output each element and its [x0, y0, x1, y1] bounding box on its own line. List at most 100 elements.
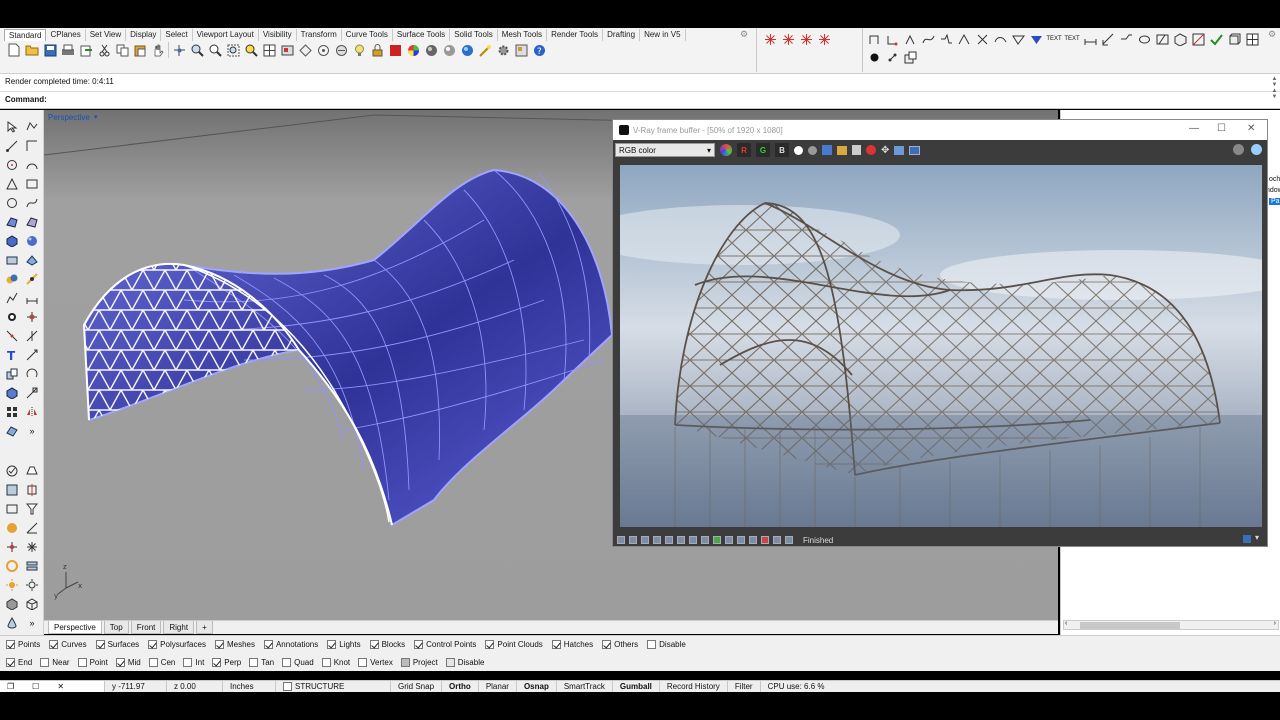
tab-transform[interactable]: Transform: [297, 29, 342, 41]
channel-blue-button[interactable]: B: [775, 143, 789, 157]
rotate-object-icon[interactable]: [23, 365, 41, 383]
filter-point-clouds[interactable]: Point Clouds: [485, 640, 543, 649]
cage-icon[interactable]: [3, 481, 21, 499]
vray-title-bar[interactable]: V-Ray frame buffer - [50% of 1920 x 1080…: [613, 120, 1267, 140]
filter-blocks[interactable]: Blocks: [369, 640, 405, 649]
dimension-icon[interactable]: [1082, 31, 1098, 47]
block-icon[interactable]: [1172, 31, 1188, 47]
drape-icon[interactable]: [23, 462, 41, 480]
tab-viewport-layout[interactable]: Viewport Layout: [193, 29, 259, 41]
object-snap-star-icon[interactable]: [762, 31, 778, 47]
gumball-toggle[interactable]: Gumball: [613, 681, 660, 692]
object-snap-star-icon[interactable]: [816, 31, 832, 47]
sun-outline-icon[interactable]: [23, 576, 41, 594]
channel-green-button[interactable]: G: [756, 143, 770, 157]
angle-icon[interactable]: [23, 519, 41, 537]
checkbox[interactable]: [358, 657, 368, 667]
point-on-icon[interactable]: [23, 118, 41, 136]
object-snap-star-icon[interactable]: [798, 31, 814, 47]
checkbox[interactable]: [212, 657, 222, 667]
snap-toggle-icon[interactable]: [3, 462, 21, 480]
sphere-solid-icon[interactable]: [23, 232, 41, 250]
status-tool-icon[interactable]: [653, 536, 661, 544]
checkbox[interactable]: [249, 657, 259, 667]
status-tool-icon[interactable]: [773, 536, 781, 544]
checkbox[interactable]: [6, 657, 15, 667]
tab-cplanes[interactable]: CPlanes: [46, 29, 86, 41]
explode-icon[interactable]: [902, 49, 918, 65]
tab-front[interactable]: Front: [130, 621, 162, 634]
osnap-vertex[interactable]: Vertex: [358, 657, 393, 667]
filter-points[interactable]: Points: [6, 640, 40, 649]
curve-icon[interactable]: [23, 194, 41, 212]
tab-curve-tools[interactable]: Curve Tools: [342, 29, 393, 41]
filter-disable[interactable]: Disable: [647, 640, 686, 649]
grid-snap-toggle[interactable]: Grid Snap: [391, 681, 443, 692]
analysis-icon[interactable]: [3, 289, 21, 307]
region-render-icon[interactable]: ✥: [881, 145, 889, 156]
color-icon[interactable]: [387, 42, 403, 58]
checkbox[interactable]: [445, 657, 455, 667]
restore-icon[interactable]: ❐: [7, 681, 14, 692]
osnap-point[interactable]: Point: [77, 657, 108, 667]
maximize-icon[interactable]: ☐: [32, 681, 39, 692]
curve-icon[interactable]: [974, 31, 990, 47]
copy-icon[interactable]: [114, 42, 130, 58]
object-snap-star-icon[interactable]: [780, 31, 796, 47]
help-icon[interactable]: ?: [531, 42, 547, 58]
select-arrow-icon[interactable]: [3, 118, 21, 136]
box-icon[interactable]: [1226, 31, 1242, 47]
checkbox[interactable]: [49, 640, 59, 649]
tab-select[interactable]: Select: [161, 29, 193, 41]
panel-fragment-tab[interactable]: Pa: [1269, 198, 1280, 205]
osnap-cen[interactable]: Cen: [148, 657, 175, 667]
tab-standard[interactable]: Standard: [4, 29, 47, 41]
scale-icon[interactable]: [23, 384, 41, 402]
tab-top[interactable]: Top: [103, 621, 129, 634]
save-icon[interactable]: [42, 42, 58, 58]
osnap-end[interactable]: End: [6, 657, 32, 667]
checkbox[interactable]: [327, 640, 337, 649]
box-solid-icon[interactable]: [3, 232, 21, 250]
filter-polysurfaces[interactable]: Polysurfaces: [148, 640, 206, 649]
tab-right[interactable]: Right: [163, 621, 195, 634]
curve-icon[interactable]: [920, 31, 936, 47]
filter-annotations[interactable]: Annotations: [263, 640, 318, 649]
tab-visibility[interactable]: Visibility: [259, 29, 297, 41]
tab-drafting[interactable]: Drafting: [603, 29, 641, 41]
solid-box-icon[interactable]: [3, 384, 21, 402]
options-gear-icon[interactable]: [495, 42, 511, 58]
record-history-toggle[interactable]: Record History: [660, 681, 728, 692]
tab-new-in-v5[interactable]: New in V5: [640, 29, 686, 41]
polyline-icon[interactable]: [866, 31, 882, 47]
curve-icon[interactable]: [992, 31, 1008, 47]
move-icon[interactable]: [23, 346, 41, 364]
checkbox[interactable]: [95, 640, 105, 649]
tab-mesh-tools[interactable]: Mesh Tools: [498, 29, 548, 41]
status-chevron-icon[interactable]: ▾: [1255, 533, 1259, 542]
filter-control-points[interactable]: Control Points: [414, 640, 476, 649]
panel-horizontal-scrollbar[interactable]: ‹ ›: [1063, 620, 1279, 630]
circle-point-icon[interactable]: [3, 194, 21, 212]
status-tool-icon[interactable]: [689, 536, 697, 544]
status-tool-icon[interactable]: [629, 536, 637, 544]
status-tool-icon[interactable]: [761, 536, 769, 544]
import-icon[interactable]: [78, 42, 94, 58]
filter-meshes[interactable]: Meshes: [214, 640, 255, 649]
osnap-tan[interactable]: Tan: [249, 657, 274, 667]
stack-icon[interactable]: [23, 557, 41, 575]
tab-set-view[interactable]: Set View: [86, 29, 127, 41]
command-prompt[interactable]: Command:: [0, 92, 1280, 109]
add-viewport-icon[interactable]: +: [196, 621, 213, 634]
status-tool-icon[interactable]: [713, 536, 721, 544]
status-tool-icon[interactable]: [665, 536, 673, 544]
transform-icon[interactable]: [23, 481, 41, 499]
zoom-window-icon[interactable]: [207, 42, 223, 58]
mirror-icon[interactable]: [23, 403, 41, 421]
status-tool-icon[interactable]: [677, 536, 685, 544]
checkbox[interactable]: [77, 657, 87, 667]
checkbox[interactable]: [485, 640, 495, 649]
named-view-icon[interactable]: [279, 42, 295, 58]
units-display[interactable]: Inches: [223, 681, 276, 692]
checkbox[interactable]: [369, 640, 379, 649]
